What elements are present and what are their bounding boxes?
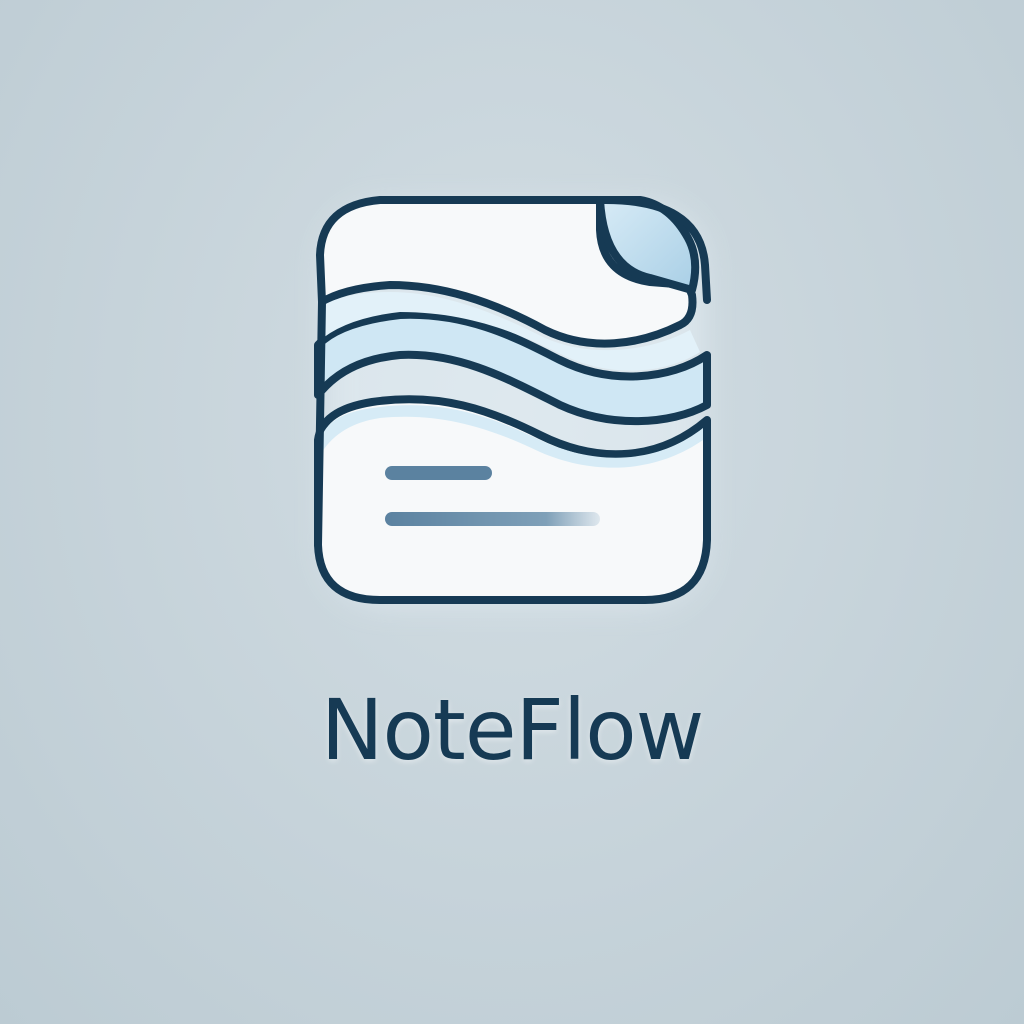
text-line-long (385, 512, 600, 526)
brand-wordmark: NoteFlow (320, 681, 705, 779)
noteflow-logo-icon (300, 180, 730, 620)
left-edge (314, 298, 326, 549)
text-line-short (385, 466, 492, 480)
